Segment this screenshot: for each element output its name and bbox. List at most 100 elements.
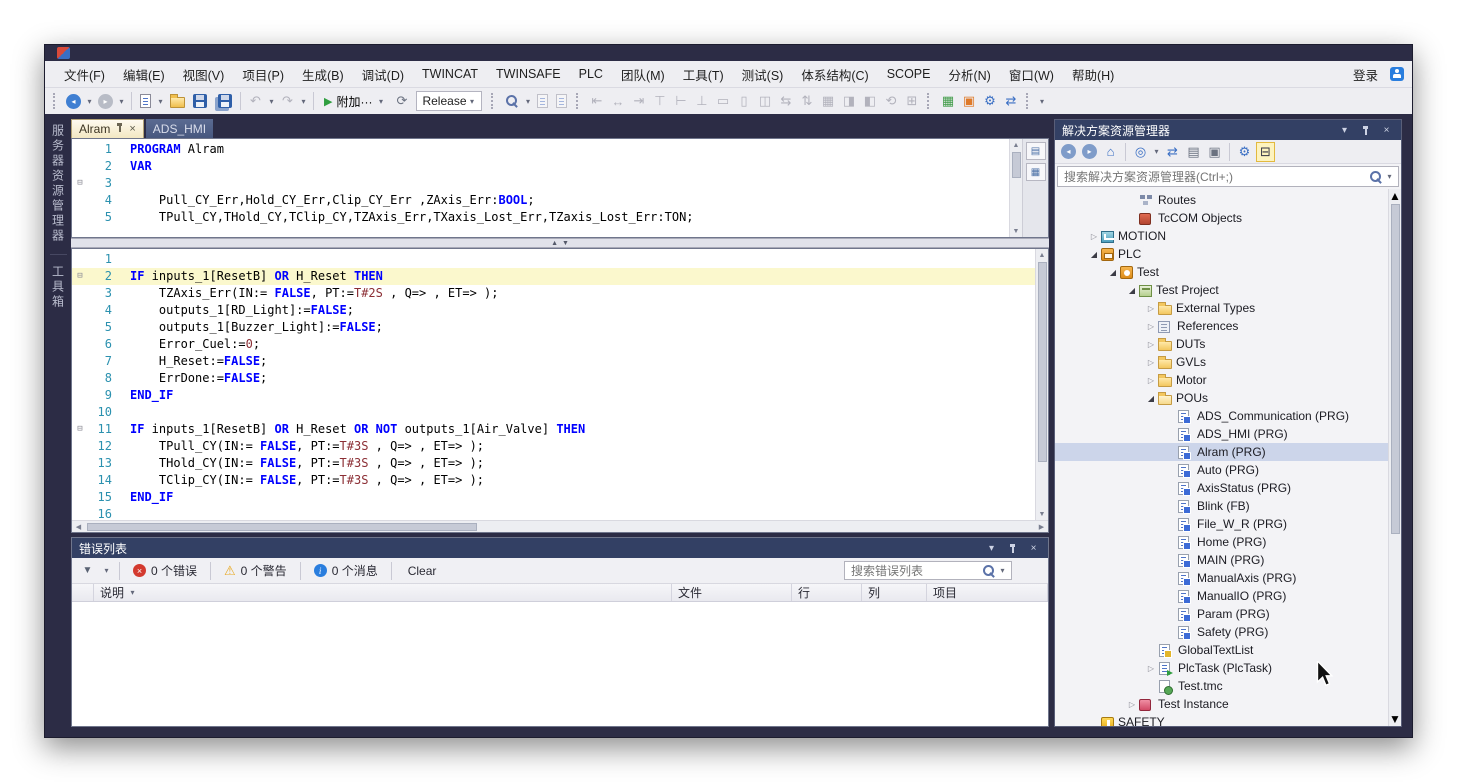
tree-item-duts[interactable]: ▷DUTs xyxy=(1055,335,1401,353)
menu-item-帮助(H)[interactable]: 帮助(H) xyxy=(1063,61,1123,87)
toolbar-grip[interactable] xyxy=(927,93,932,109)
expander-icon[interactable]: ▷ xyxy=(1144,322,1158,331)
column-file[interactable]: 文件 xyxy=(672,584,792,601)
tree-item-home-prg-[interactable]: Home (PRG) xyxy=(1055,533,1401,551)
group-icon[interactable]: ▦ xyxy=(818,91,837,111)
implementation-code-area[interactable]: 1⊟2IF inputs_1[ResetB] OR H_Reset THEN3 … xyxy=(72,249,1035,520)
code-line-1[interactable]: 1PROGRAM Alram xyxy=(72,141,1009,158)
tree-item-axisstatus-prg-[interactable]: AxisStatus (PRG) xyxy=(1055,479,1401,497)
tree-item-plctask-plctask-[interactable]: ▷PlcTask (PlcTask) xyxy=(1055,659,1401,677)
se-collapse-all-icon[interactable]: ⊟ xyxy=(1256,142,1275,162)
textual-view-button[interactable]: ▤ xyxy=(1026,142,1046,160)
expander-icon[interactable]: ▷ xyxy=(1144,304,1158,313)
expander-icon[interactable]: ◢ xyxy=(1087,250,1101,259)
menu-item-编辑(E)[interactable]: 编辑(E) xyxy=(114,61,174,87)
align-middles-icon[interactable]: ⊢ xyxy=(671,91,690,111)
menu-item-TWINCAT[interactable]: TWINCAT xyxy=(413,61,487,87)
tree-item-manualio-prg-[interactable]: ManualIO (PRG) xyxy=(1055,587,1401,605)
open-file-icon[interactable] xyxy=(170,97,185,108)
window-position-caret[interactable]: ▾ xyxy=(984,541,999,555)
align-top-edges-icon[interactable]: ⊤ xyxy=(650,91,669,111)
menu-item-PLC[interactable]: PLC xyxy=(570,61,612,87)
horizontal-spacing-icon[interactable]: ⇆ xyxy=(776,91,795,111)
side-tab-服务器资源管理器[interactable]: 服务器资源管理器 xyxy=(50,114,67,254)
code-line-12[interactable]: 12 TPull_CY(IN:= FALSE, PT:=T#3S , Q=> ,… xyxy=(72,438,1035,455)
tree-item-pous[interactable]: ◢POUs xyxy=(1055,389,1401,407)
code-line-9[interactable]: 9END_IF xyxy=(72,387,1035,404)
column-project[interactable]: 项目 xyxy=(927,584,1048,601)
close-icon[interactable]: × xyxy=(1379,123,1394,137)
tree-item-plc[interactable]: ◢PLC xyxy=(1055,245,1401,263)
code-line-10[interactable]: 10 xyxy=(72,404,1035,421)
menu-item-生成(B)[interactable]: 生成(B) xyxy=(293,61,353,87)
tree-item-motor[interactable]: ▷Motor xyxy=(1055,371,1401,389)
error-search-input[interactable] xyxy=(849,563,980,579)
search-icon[interactable] xyxy=(1370,171,1382,183)
menu-item-文件(F)[interactable]: 文件(F) xyxy=(55,61,114,87)
warnings-filter-button[interactable]: ⚠ 0 个警告 xyxy=(219,562,292,579)
fold-marker[interactable]: ⊟ xyxy=(72,421,88,438)
solution-search-input[interactable] xyxy=(1062,169,1367,185)
tree-item-motion[interactable]: ▷MOTION xyxy=(1055,227,1401,245)
tree-item-auto-prg-[interactable]: Auto (PRG) xyxy=(1055,461,1401,479)
scroll-down-arrow[interactable]: ▼ xyxy=(1010,225,1022,237)
document-icon[interactable] xyxy=(537,94,548,108)
expander-icon[interactable]: ▷ xyxy=(1125,700,1139,709)
navigate-forward-icon[interactable]: ▸ xyxy=(98,94,113,109)
table-view-icon[interactable]: ▦ xyxy=(938,91,957,111)
sync-icon[interactable]: ⇄ xyxy=(1001,91,1020,111)
scroll-left-arrow[interactable]: ◀ xyxy=(72,521,85,532)
expander-icon[interactable]: ◢ xyxy=(1106,268,1120,277)
scrollbar-thumb[interactable] xyxy=(87,523,477,531)
expander-icon[interactable]: ◢ xyxy=(1125,286,1139,295)
navigate-forward-caret[interactable]: ▾ xyxy=(117,97,126,106)
close-icon[interactable]: × xyxy=(1026,541,1041,555)
new-file-icon[interactable] xyxy=(140,94,151,108)
toolbar-overflow-caret[interactable]: ▾ xyxy=(1037,97,1046,106)
search-caret[interactable]: ▾ xyxy=(1385,172,1394,181)
splitter-up-arrow[interactable]: ▲ xyxy=(551,240,558,247)
code-line-3[interactable]: ⊟3 xyxy=(72,175,1009,192)
scrollbar-thumb[interactable] xyxy=(1012,152,1021,178)
align-left-edges-icon[interactable]: ⇤ xyxy=(587,91,606,111)
size-to-grid-icon[interactable]: ⊞ xyxy=(902,91,921,111)
feedback-icon[interactable] xyxy=(1390,67,1404,81)
navigate-backward-caret[interactable]: ▾ xyxy=(85,97,94,106)
toolbar-grip[interactable] xyxy=(576,93,581,109)
undo-icon[interactable]: ↶ xyxy=(246,91,265,111)
tree-item-test-instance[interactable]: ▷Test Instance xyxy=(1055,695,1401,713)
same-width-icon[interactable]: ▭ xyxy=(713,91,732,111)
expander-icon[interactable]: ▷ xyxy=(1144,664,1158,673)
solution-tree-scrollbar[interactable]: ▲ ▼ xyxy=(1388,189,1401,726)
column-selector[interactable] xyxy=(72,584,94,601)
fold-marker[interactable]: ⊟ xyxy=(72,268,88,285)
code-line-16[interactable]: 16 xyxy=(72,506,1035,520)
code-line-13[interactable]: 13 THold_CY(IN:= FALSE, PT:=T#3S , Q=> ,… xyxy=(72,455,1035,472)
se-copy-icon[interactable]: ▣ xyxy=(1205,142,1224,162)
column-line[interactable]: 行 xyxy=(792,584,862,601)
code-line-1[interactable]: 1 xyxy=(72,251,1035,268)
tree-item-manualaxis-prg-[interactable]: ManualAxis (PRG) xyxy=(1055,569,1401,587)
tree-item-ads-communication-prg-[interactable]: ADS_Communication (PRG) xyxy=(1055,407,1401,425)
find-caret[interactable]: ▾ xyxy=(523,97,532,106)
code-line-5[interactable]: 5 TPull_CY,THold_CY,TClip_CY,TZAxis_Err,… xyxy=(72,209,1009,226)
code-line-6[interactable]: 6 Error_Cuel:=0; xyxy=(72,336,1035,353)
search-caret[interactable]: ▾ xyxy=(998,566,1007,575)
document-icon[interactable] xyxy=(556,94,567,108)
combo-caret[interactable]: ▾ xyxy=(467,97,476,106)
expander-icon[interactable]: ◢ xyxy=(1144,394,1158,403)
code-line-7[interactable]: 7 H_Reset:=FALSE; xyxy=(72,353,1035,370)
tree-item-tccom-objects[interactable]: TcCOM Objects xyxy=(1055,209,1401,227)
tree-item-alram-prg-[interactable]: Alram (PRG) xyxy=(1055,443,1401,461)
solution-explorer-header[interactable]: 解决方案资源管理器 ▾ × xyxy=(1055,120,1401,140)
code-line-5[interactable]: 5 outputs_1[Buzzer_Light]:=FALSE; xyxy=(72,319,1035,336)
window-position-caret[interactable]: ▾ xyxy=(1337,123,1352,137)
se-home-icon[interactable]: ⌂ xyxy=(1101,142,1120,162)
se-sync-with-active-icon[interactable]: ⇄ xyxy=(1163,142,1182,162)
tree-item-blink-fb-[interactable]: Blink (FB) xyxy=(1055,497,1401,515)
tree-item-external-types[interactable]: ▷External Types xyxy=(1055,299,1401,317)
code-line-2[interactable]: 2VAR xyxy=(72,158,1009,175)
menu-item-分析(N)[interactable]: 分析(N) xyxy=(939,61,999,87)
redo-caret[interactable]: ▾ xyxy=(299,97,308,106)
se-properties-icon[interactable]: ⚙ xyxy=(1235,142,1254,162)
